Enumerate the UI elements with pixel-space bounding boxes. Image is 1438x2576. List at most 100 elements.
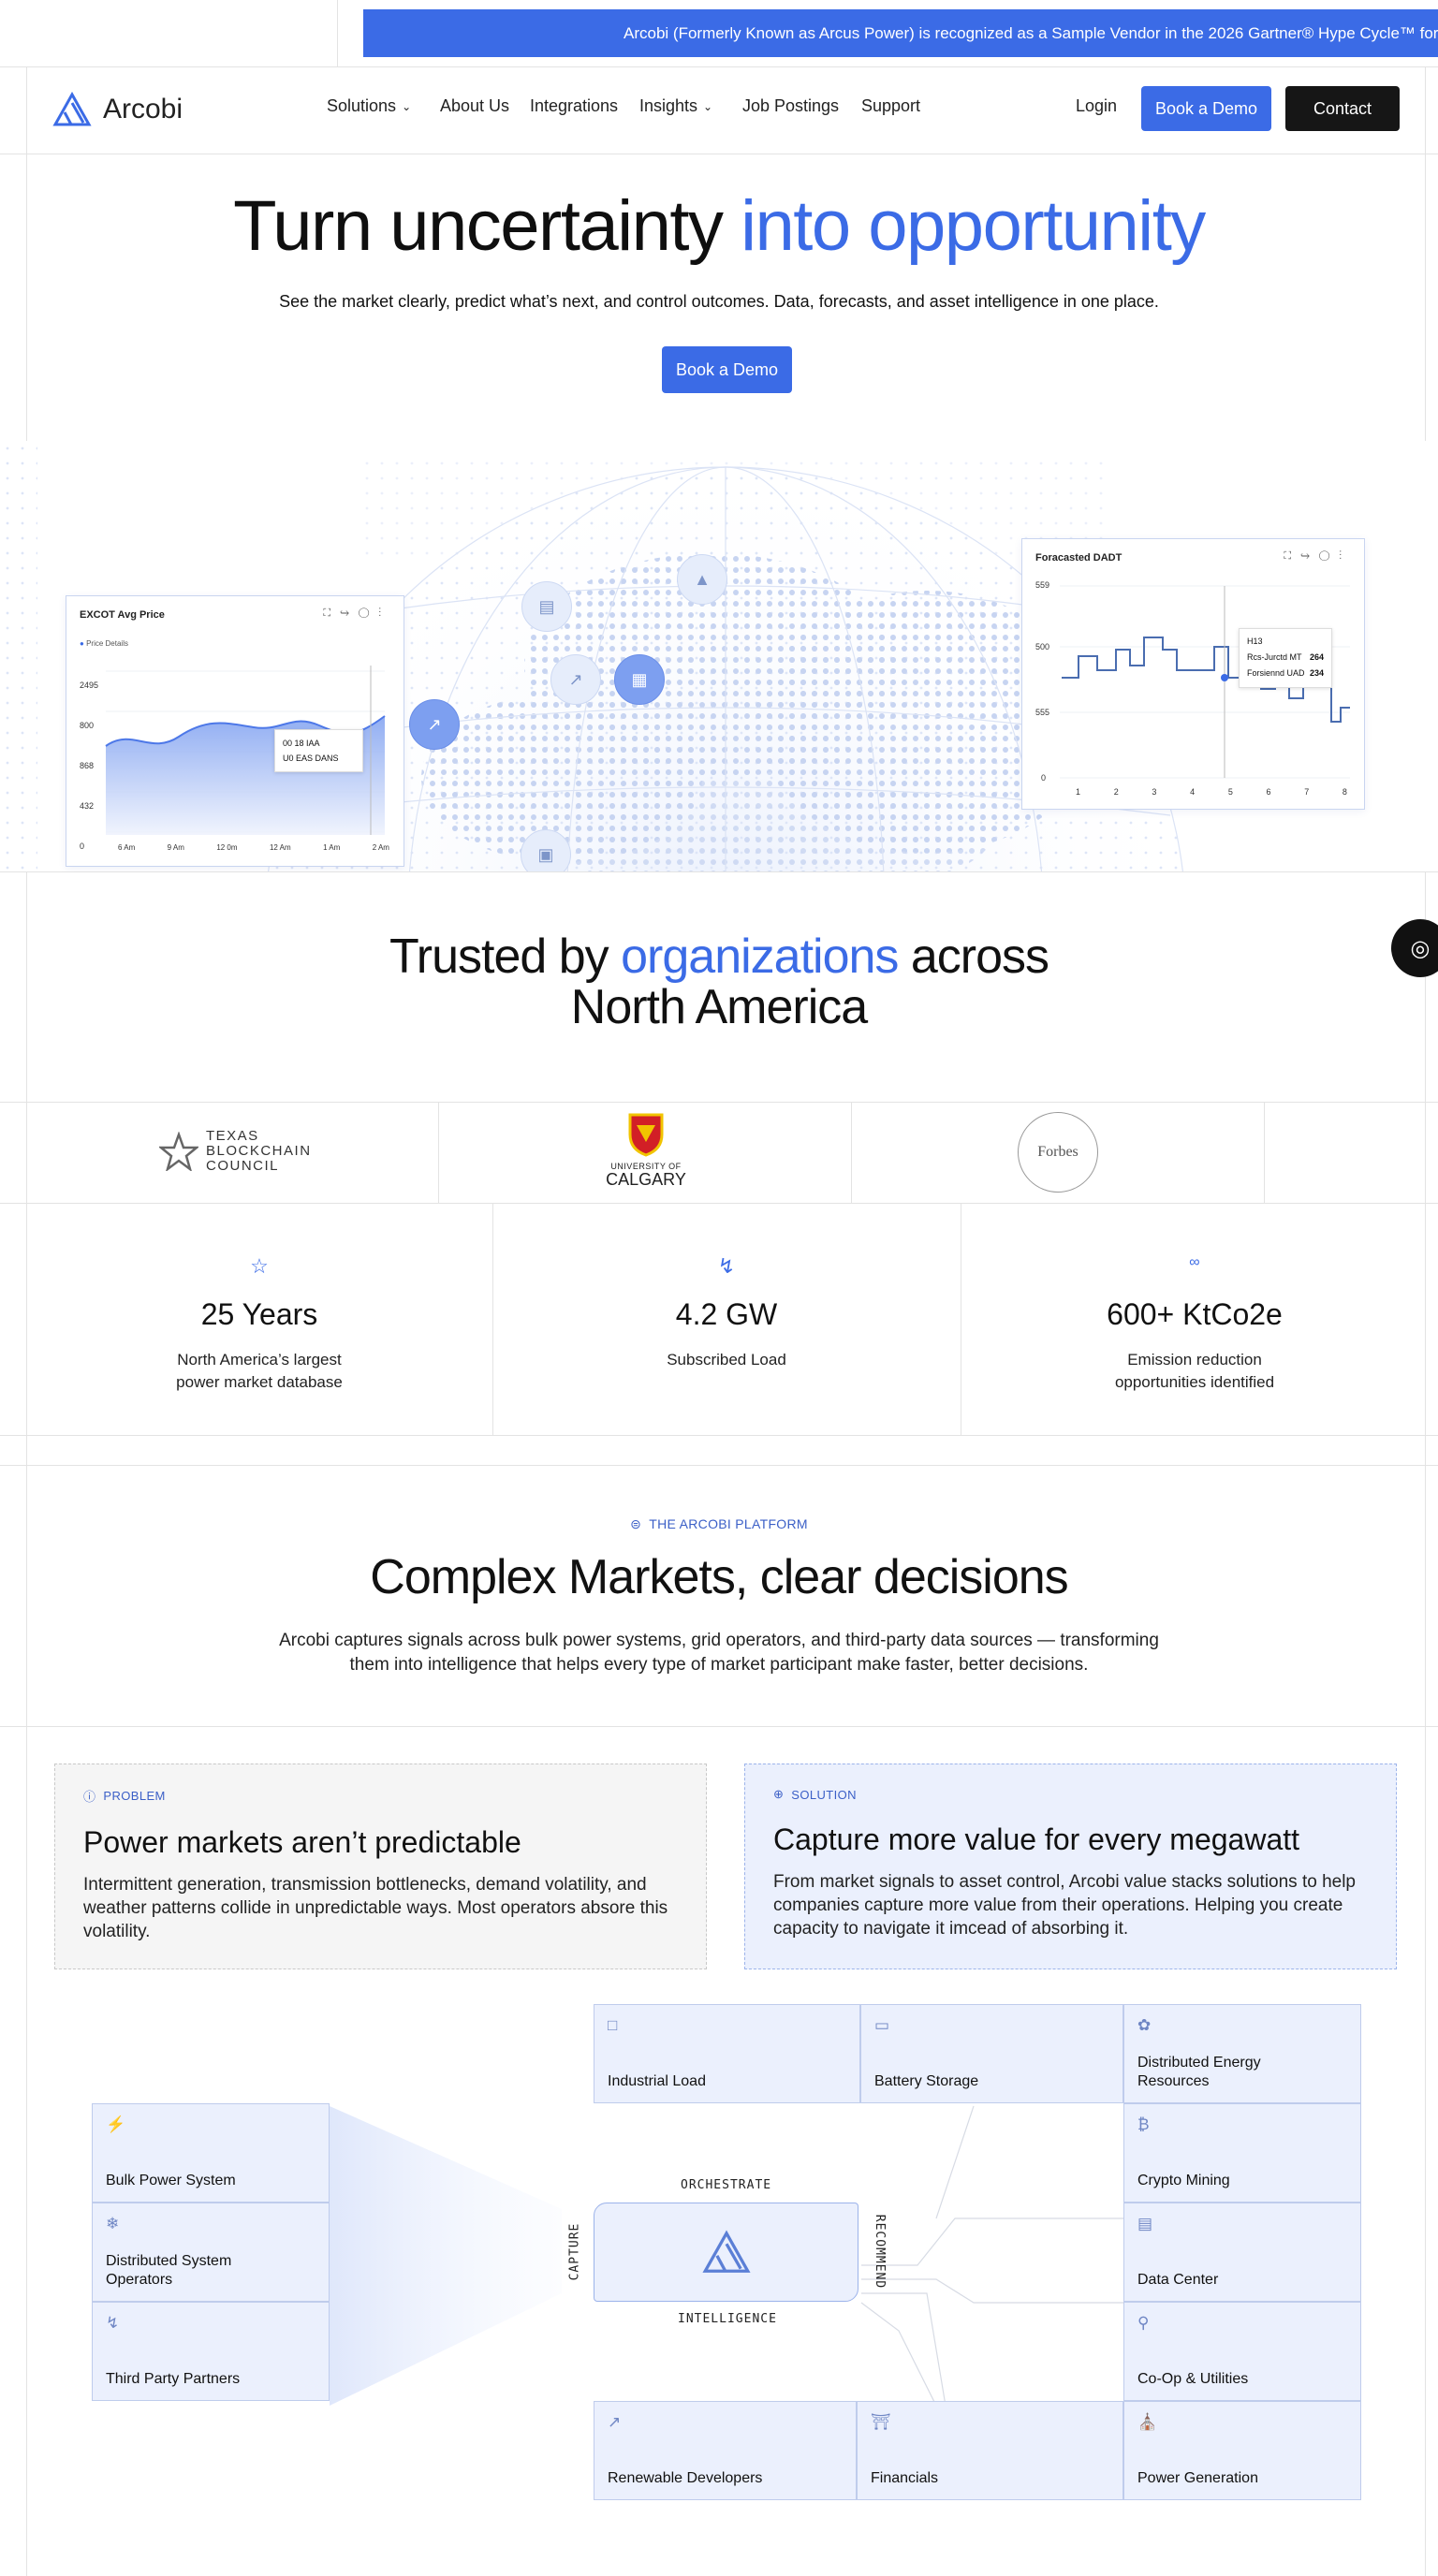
nav-solutions[interactable]: Solutions ⌄ (327, 96, 411, 116)
dashboard-icon: ▦ (614, 654, 665, 705)
hub-label-left: CAPTURE (567, 2222, 582, 2281)
stat-label-line: opportunities identified (1114, 1373, 1275, 1391)
book-demo-button[interactable]: Book a Demo (1141, 86, 1271, 131)
x-tick: 4 (1190, 787, 1196, 797)
output-node[interactable]: □ Industrial Load (594, 2004, 860, 2103)
divider (0, 871, 1438, 872)
x-tick: 1 (1076, 787, 1081, 797)
x-tick: 6 (1266, 787, 1271, 797)
link-icon: ∞ (1189, 1254, 1200, 1270)
x-tick: 9 Am (167, 843, 184, 852)
hub-label-right: RECOMMEND (873, 2214, 888, 2290)
nav-label: Solutions (327, 96, 397, 115)
input-node[interactable]: ⚡ Bulk Power System (92, 2103, 330, 2203)
divider (1264, 1102, 1265, 1203)
nav-label: Integrations (530, 96, 619, 115)
node-label: Distributed System Operators (106, 2253, 232, 2288)
input-node[interactable]: ❄ Distributed System Operators (92, 2203, 330, 2302)
trend-line-icon: ↗ (608, 2413, 622, 2431)
y-tick: 432 (80, 801, 95, 811)
output-node[interactable]: ⛩ Financials (857, 2401, 1123, 2500)
node-label: Power Generation (1137, 2470, 1258, 2486)
tag-label: PROBLEM (103, 1789, 166, 1803)
divider (0, 66, 1438, 67)
tooltip-label: Forsiennd UAD (1247, 668, 1305, 678)
forecast-chart-card[interactable]: Foracasted DADT ⛶↪◯⋮ 559 500 555 0 1 2 3… (1021, 538, 1365, 810)
y-tick: 555 (1035, 708, 1050, 717)
hero-subtitle: See the market clearly, predict what’s n… (279, 292, 1159, 311)
stat-value: 25 Years (200, 1297, 318, 1331)
node-label: Third Party Partners (106, 2371, 241, 2387)
bolt-icon: ↯ (106, 2314, 120, 2332)
x-axis: 6 Am 9 Am 12 0m 12 Am 1 Am 2 Am (118, 843, 389, 852)
arcobi-logo-icon (701, 2230, 751, 2273)
output-node[interactable]: ⚲ Co-Op & Utilities (1123, 2302, 1361, 2401)
output-node[interactable]: ⛪ Power Generation (1123, 2401, 1361, 2500)
output-node[interactable]: ▭ Battery Storage (860, 2004, 1123, 2103)
nav-label: Job Postings (742, 96, 840, 115)
nav-support[interactable]: Support (861, 96, 920, 116)
server-icon: ▤ (1137, 2215, 1153, 2232)
trend-icon: ↗ (409, 699, 460, 750)
announcement-banner[interactable]: Arcobi (Formerly Known as Arcus Power) i… (363, 9, 1438, 57)
x-tick: 12 0m (216, 843, 238, 852)
input-node[interactable]: ↯ Third Party Partners (92, 2302, 330, 2401)
line-chart-icon: ↗ (550, 654, 601, 705)
solution-title: Capture more value for every megawatt (773, 1822, 1300, 1856)
tooltip-value: 264 (1309, 652, 1324, 662)
nav-job-postings[interactable]: Job Postings (742, 96, 839, 116)
tooltip-line: U0 EAS DANS (283, 754, 339, 763)
dashboard-showcase: ▤ ▲ ↗ ▦ ↗ ▣ EXCOT Avg Price ⛶↪◯⋮ ● Price… (0, 441, 1438, 871)
star-icon: ☆ (250, 1254, 269, 1278)
stat-label-line: Subscribed Load (667, 1351, 786, 1368)
output-node[interactable]: ▤ Data Center (1123, 2203, 1361, 2302)
y-tick: 2495 (80, 681, 99, 690)
output-node[interactable]: ↗ Renewable Developers (594, 2401, 857, 2500)
contact-button[interactable]: Contact (1285, 86, 1400, 131)
chevron-down-icon: ⌄ (703, 99, 713, 113)
y-tick: 0 (1041, 773, 1047, 783)
brand-name: Arcobi (103, 94, 183, 124)
logo-line: BLOCKCHAIN (206, 1143, 312, 1159)
report-icon: ▤ (521, 581, 572, 632)
node-label: Financials (871, 2470, 939, 2486)
y-tick: 868 (80, 761, 95, 770)
trusted-text: Trusted by (389, 929, 622, 984)
brand-logo[interactable]: Arcobi (52, 92, 183, 127)
stat-label-line: Emission reduction (1127, 1351, 1262, 1368)
tooltip-value: 234 (1309, 668, 1324, 678)
divider (438, 1102, 439, 1203)
stat-label: Emission reduction opportunities identifi… (961, 1349, 1428, 1394)
trusted-accent: organizations (621, 929, 899, 984)
nav-integrations[interactable]: Integrations (530, 96, 618, 116)
stat-label-line: North America’s largest (177, 1351, 342, 1368)
stat-emissions: ∞ 600+ KtCo2e Emission reduction opportun… (961, 1203, 1428, 1435)
price-chart-card[interactable]: EXCOT Avg Price ⛶↪◯⋮ ● Price Details 249… (66, 595, 404, 867)
network-icon: ❄ (106, 2215, 120, 2232)
stat-label: Subscribed Load (493, 1349, 960, 1371)
node-label: Renewable Developers (608, 2470, 763, 2486)
output-node[interactable]: ₿ Crypto Mining (1123, 2103, 1361, 2203)
check-circle-icon: ⊕ (773, 1787, 785, 1801)
arcobi-logo-icon (52, 92, 92, 126)
y-tick: 500 (1035, 642, 1050, 651)
logo-line: TEXAS (206, 1128, 259, 1144)
login-link[interactable]: Login (1076, 96, 1117, 116)
divider (0, 1102, 1438, 1103)
stat-label: North America’s largest power market data… (26, 1349, 492, 1394)
login-label: Login (1076, 96, 1118, 115)
problem-tag: ⓘ PROBLEM (83, 1787, 678, 1805)
stat-load: ↯ 4.2 GW Subscribed Load (493, 1203, 960, 1435)
nav-about-us[interactable]: About Us (440, 96, 509, 116)
nav-label: Insights (639, 96, 698, 115)
x-axis: 1 2 3 4 5 6 7 8 (1076, 787, 1347, 797)
output-node[interactable]: ✿ Distributed Energy Resources (1123, 2004, 1361, 2103)
chart-tooltip: 00 18 IAA U0 EAS DANS (274, 729, 363, 772)
solution-description: From market signals to asset control, Ar… (773, 1872, 1356, 1939)
x-tick: 2 Am (372, 843, 389, 852)
problem-description: Intermittent generation, transmission bo… (83, 1875, 668, 1941)
nav-insights[interactable]: Insights ⌄ (639, 96, 712, 116)
hero-book-demo-button[interactable]: Book a Demo (662, 346, 792, 393)
arcobi-hub[interactable] (594, 2203, 858, 2302)
node-label: Distributed Energy Resources (1137, 2055, 1261, 2089)
